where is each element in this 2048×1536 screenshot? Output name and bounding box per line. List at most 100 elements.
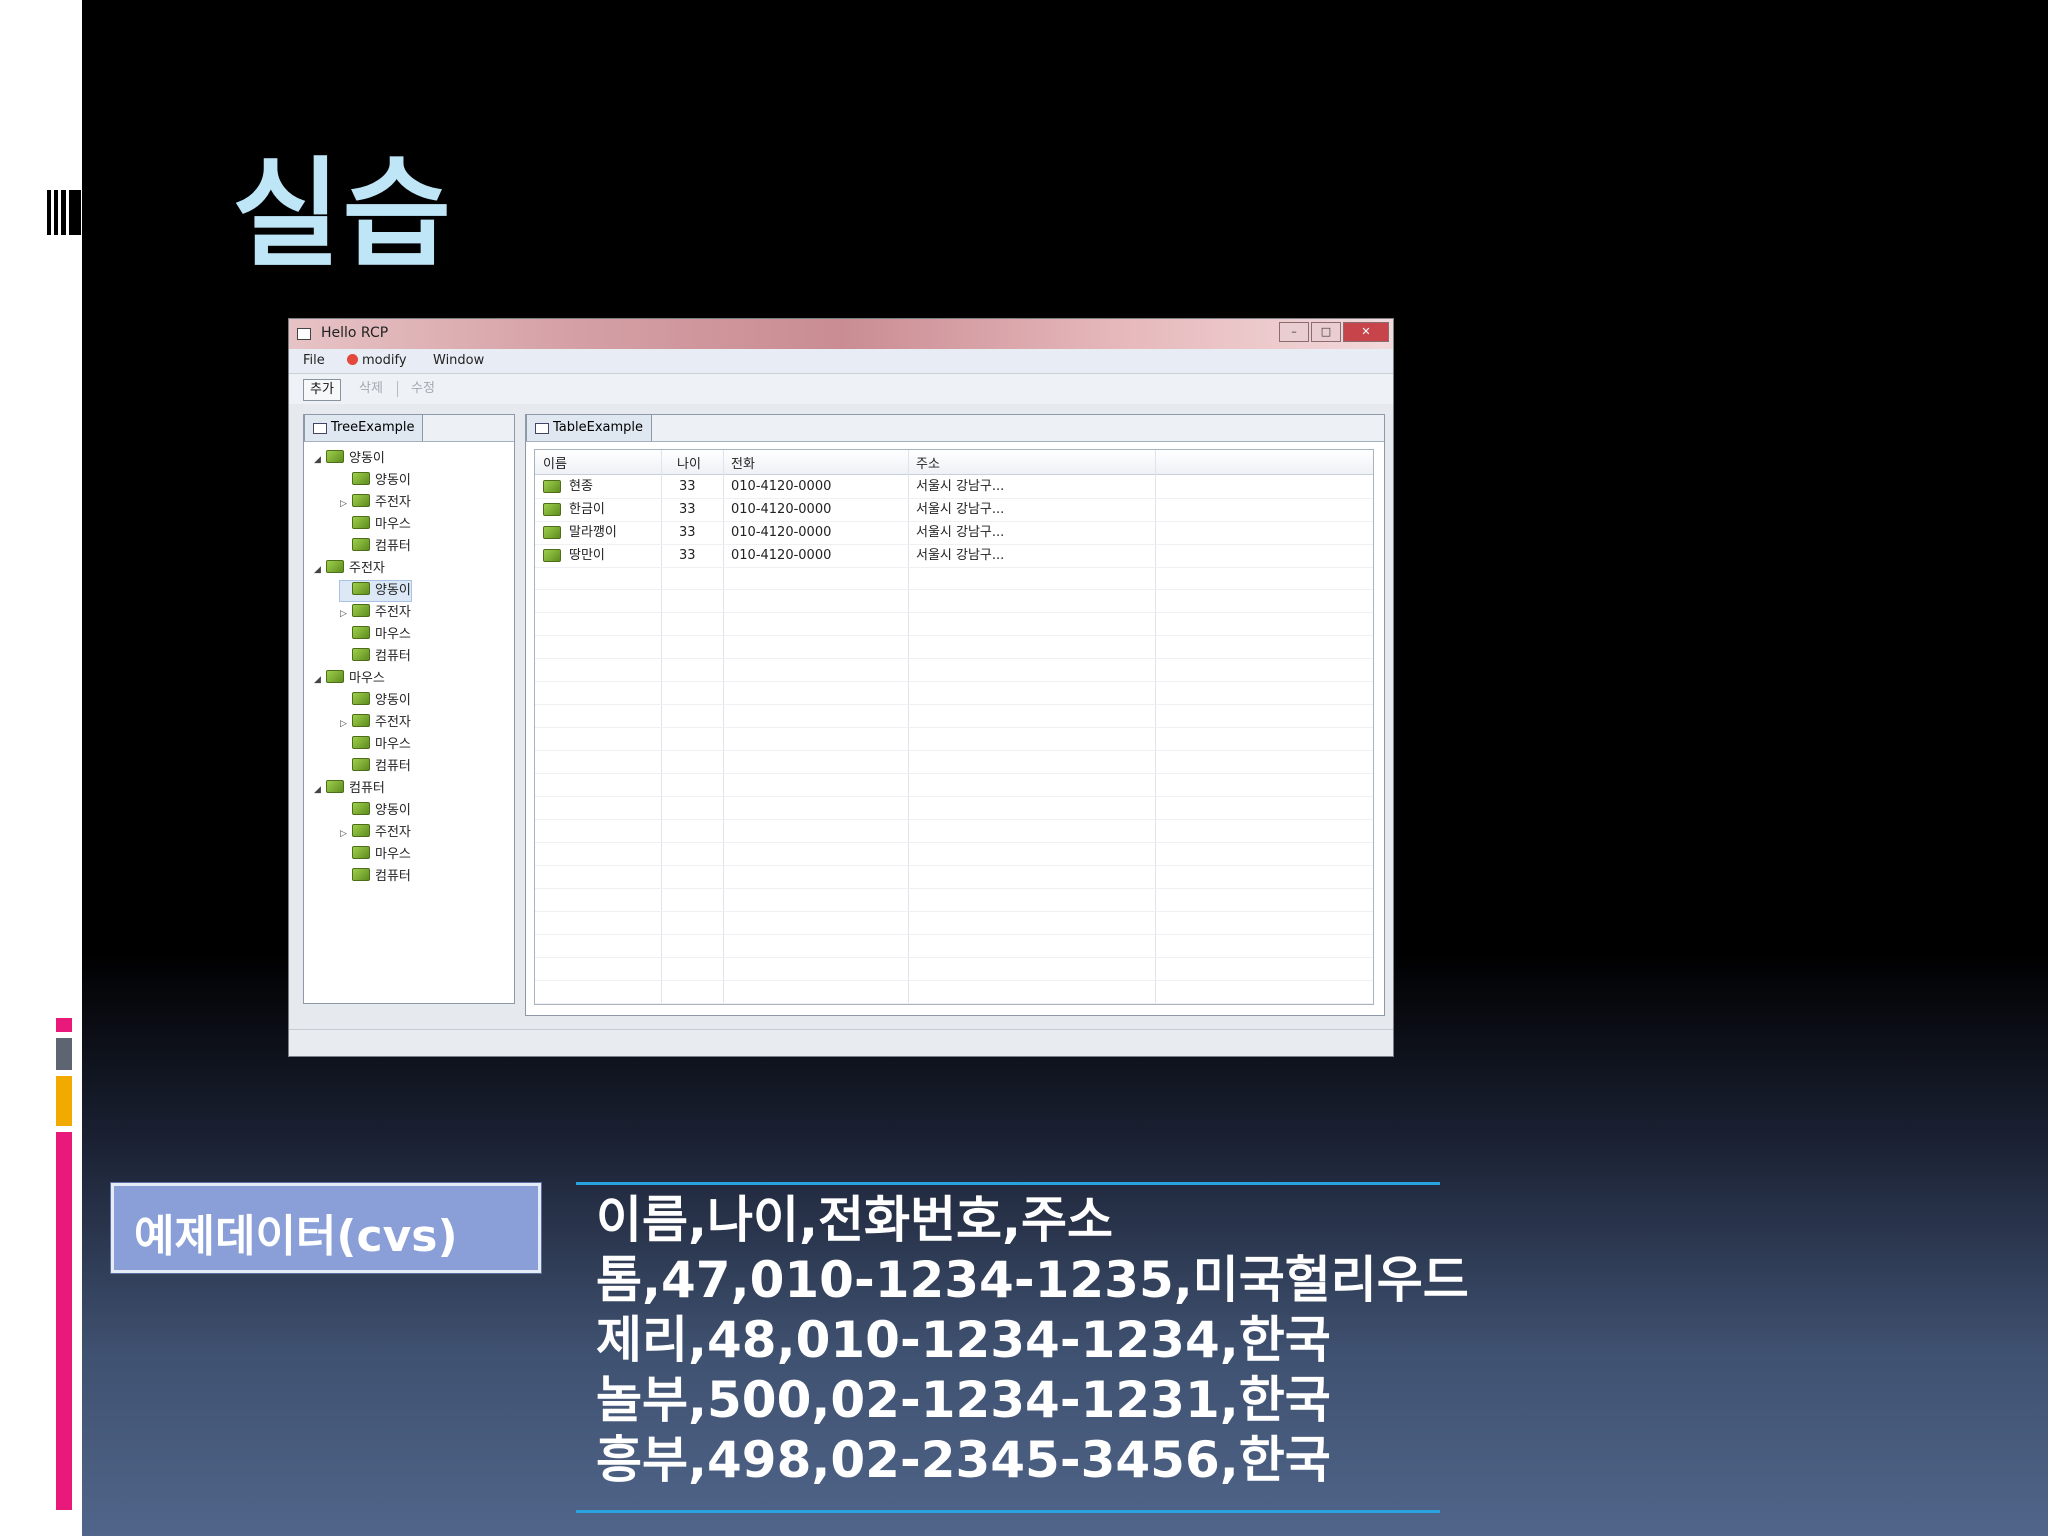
tree-node-label: 컴퓨터 [375, 649, 411, 664]
tree-child-node[interactable]: 마우스 [340, 845, 411, 865]
tree-node-label: 양동이 [375, 693, 411, 708]
tree-node[interactable]: ◢ 컴퓨터 [314, 779, 385, 799]
tree-child-node[interactable]: 마우스 [340, 735, 411, 755]
node-icon [352, 538, 370, 551]
expand-arrow-icon[interactable]: ◢ [314, 450, 326, 470]
csv-example: 이름,나이,전화번호,주소 톰,47,010-1234-1235,미국헐리우드 … [596, 1190, 1469, 1490]
node-icon [352, 758, 370, 771]
column-header-name[interactable]: 이름 [543, 453, 567, 472]
tree-child-node[interactable]: 컴퓨터 [340, 867, 411, 887]
table-row[interactable]: 한금이 33 010-4120-0000 서울시 강남구... [535, 498, 1373, 522]
tree-child-node[interactable]: 양동이 [340, 471, 411, 491]
node-icon [352, 582, 370, 595]
tree-child-node[interactable]: 양동이 [340, 801, 411, 821]
expand-arrow-icon[interactable]: ▷ [340, 494, 352, 514]
caption-label: 예제데이터(cvs) [134, 1211, 458, 1262]
window-titlebar: Hello RCP – □ ✕ [289, 319, 1393, 349]
maximize-button[interactable]: □ [1311, 322, 1341, 342]
tree-child-node[interactable]: 양동이 [339, 580, 412, 602]
expand-arrow-icon[interactable]: ▷ [340, 714, 352, 734]
grid-line [535, 727, 1373, 728]
menu-modify[interactable]: modify [347, 353, 407, 368]
tree-child-node[interactable]: 컴퓨터 [340, 647, 411, 667]
table-row[interactable]: 현종 33 010-4120-0000 서울시 강남구... [535, 475, 1373, 499]
table-cell: 서울시 강남구... [916, 525, 1005, 540]
table-cell: 서울시 강남구... [916, 479, 1005, 494]
csv-line: 이름,나이,전화번호,주소 [596, 1191, 1113, 1249]
table-cell: 땅만이 [569, 548, 605, 563]
grid-line [535, 1003, 1373, 1004]
top-rule [576, 1182, 1440, 1185]
expand-arrow-icon[interactable]: ◢ [314, 560, 326, 580]
table-cell: 010-4120-0000 [731, 502, 832, 517]
slide-title: 실습 [232, 145, 454, 283]
tree-node-label: 마우스 [349, 671, 385, 686]
caption-label-box: 예제데이터(cvs) [111, 1183, 541, 1273]
grid-line [535, 957, 1373, 958]
edit-button[interactable]: 수정 [405, 379, 441, 399]
table-cell: 010-4120-0000 [731, 479, 832, 494]
node-icon [352, 846, 370, 859]
tree-child-node[interactable]: 컴퓨터 [340, 757, 411, 777]
tree-node[interactable]: ◢ 마우스 [314, 669, 385, 689]
table-row[interactable]: 땅만이 33 010-4120-0000 서울시 강남구... [535, 544, 1373, 568]
node-icon [352, 626, 370, 639]
node-icon [352, 516, 370, 529]
menu-file[interactable]: File [303, 353, 325, 368]
row-icon [543, 480, 561, 493]
tab-tree-example[interactable]: TreeExample [304, 414, 424, 441]
grid-line [535, 635, 1373, 636]
tree-node-label: 양동이 [375, 583, 411, 598]
minimize-button[interactable]: – [1279, 322, 1309, 342]
grid-line [535, 842, 1373, 843]
table-row[interactable]: 말라깽이 33 010-4120-0000 서울시 강남구... [535, 521, 1373, 545]
node-icon [352, 648, 370, 661]
tree-node-label: 양동이 [375, 473, 411, 488]
tree-child-node[interactable]: 양동이 [340, 691, 411, 711]
tree-child-node[interactable]: ▷ 주전자 [340, 603, 411, 623]
column-header-phone[interactable]: 전화 [731, 453, 755, 472]
csv-line: 톰,47,010-1234-1235,미국헐리우드 [596, 1251, 1469, 1309]
tab-table-example[interactable]: TableExample [526, 414, 653, 441]
tree-node-label: 마우스 [375, 517, 411, 532]
tree-child-node[interactable]: 컴퓨터 [340, 537, 411, 557]
tree-node-label: 양동이 [375, 803, 411, 818]
table-cell: 말라깽이 [569, 525, 617, 540]
column-header-age[interactable]: 나이 [677, 453, 701, 472]
expand-arrow-icon[interactable]: ◢ [314, 670, 326, 690]
tree-node-label: 주전자 [349, 561, 385, 576]
toolbar: 추가 삭제 수정 [289, 374, 1393, 404]
tree-node[interactable]: ◢ 주전자 [314, 559, 385, 579]
tree-child-node[interactable]: ▷ 주전자 [340, 823, 411, 843]
tree-node[interactable]: ◢ 양동이 [314, 449, 385, 469]
grid-line [535, 819, 1373, 820]
delete-button[interactable]: 삭제 [353, 379, 389, 399]
add-button[interactable]: 추가 [303, 379, 341, 401]
accent-bar-pink-top [56, 1018, 72, 1032]
tree-node-label: 주전자 [375, 605, 411, 620]
rcp-window: Hello RCP – □ ✕ File modify Window 추가 삭제… [288, 318, 1394, 1057]
menu-window[interactable]: Window [433, 353, 484, 368]
node-icon [352, 736, 370, 749]
tree-node-label: 마우스 [375, 627, 411, 642]
tree-view: TreeExample ◢ 양동이 양동이 ▷ 주전자 마우스 컴퓨터 ◢ 주전자 양동이 ▷ 주전자… [303, 414, 515, 1004]
strip-decoration [47, 190, 81, 235]
expand-arrow-icon[interactable]: ◢ [314, 780, 326, 800]
grid-line [535, 911, 1373, 912]
tree-node-label: 주전자 [375, 825, 411, 840]
tree-child-node[interactable]: ▷ 주전자 [340, 713, 411, 733]
expand-arrow-icon[interactable]: ▷ [340, 824, 352, 844]
grid-line [535, 865, 1373, 866]
tree-child-node[interactable]: 마우스 [340, 515, 411, 535]
tree-child-node[interactable]: 마우스 [340, 625, 411, 645]
csv-line: 놀부,500,02-1234-1231,한국 [596, 1371, 1331, 1429]
tree-node-label: 마우스 [375, 847, 411, 862]
close-button[interactable]: ✕ [1343, 322, 1389, 342]
window-icon [297, 328, 311, 340]
node-icon [326, 560, 344, 573]
tree-child-node[interactable]: ▷ 주전자 [340, 493, 411, 513]
grid-line [535, 589, 1373, 590]
expand-arrow-icon[interactable]: ▷ [340, 604, 352, 624]
column-header-address[interactable]: 주소 [916, 453, 940, 472]
tree: ◢ 양동이 양동이 ▷ 주전자 마우스 컴퓨터 ◢ 주전자 양동이 ▷ 주전자 마우스 컴퓨터 ◢ 마우스 양동… [304, 445, 514, 1003]
